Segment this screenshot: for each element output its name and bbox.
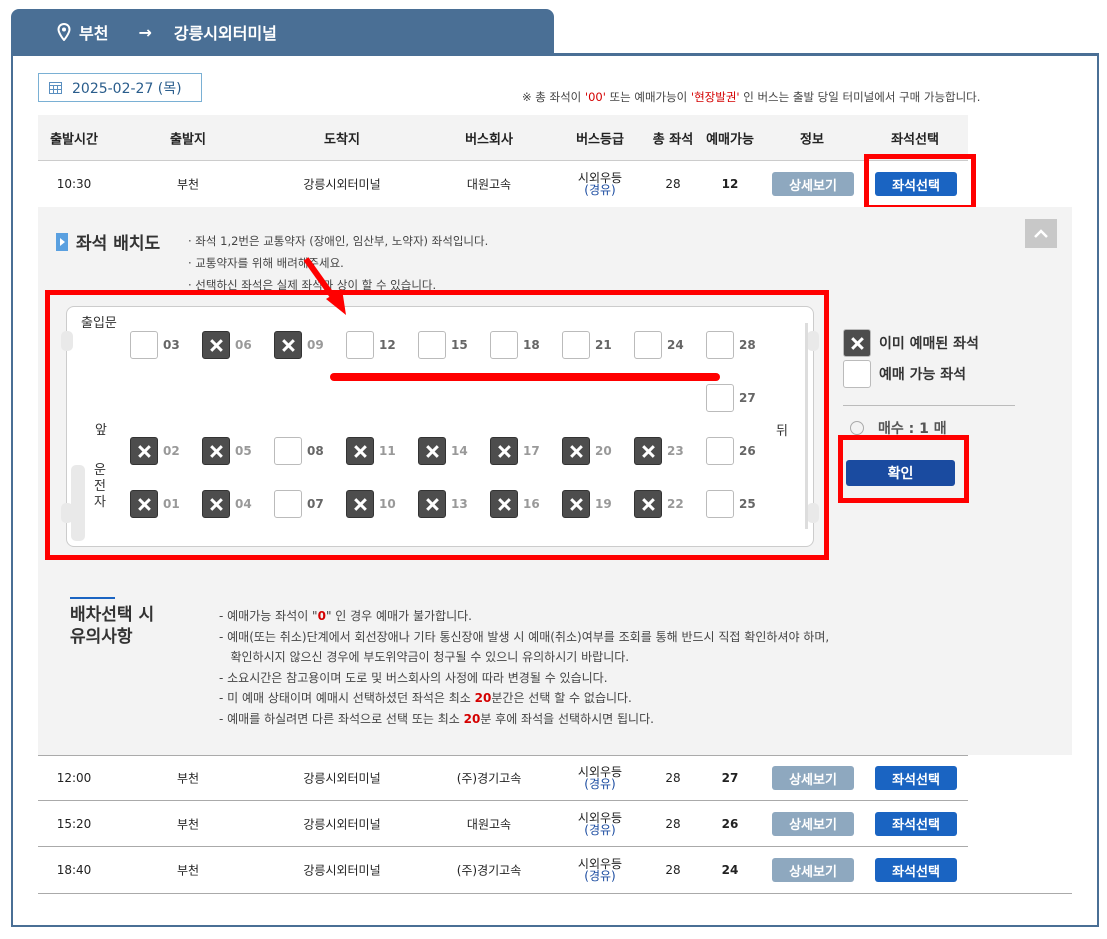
row-time: 18:40 <box>56 863 92 877</box>
row-company: 대원고속 <box>466 177 512 192</box>
caution-item: - 예매를 하실려면 다른 좌석으로 선택 또는 최소 20분 후에 좌석을 선… <box>219 711 654 726</box>
annotation-underline <box>330 373 720 381</box>
purchase-notice: ※ 총 좌석이 '00' 또는 예매가능이 '현장발권' 인 버스는 출발 당일… <box>522 90 981 104</box>
available-seat-icon <box>843 360 871 388</box>
col-info: 정보 <box>800 132 824 147</box>
legend-available: 예매 가능 좌석 <box>843 360 966 388</box>
route-from: 부천 <box>79 24 109 43</box>
highlight-box <box>838 435 969 503</box>
row-company: 대원고속 <box>466 817 512 831</box>
seat-select-button[interactable]: 좌석선택 <box>875 811 957 836</box>
row-grade: 시외우등 (경유) <box>577 171 623 197</box>
row-from: 부천 <box>176 817 200 831</box>
row-available: 27 <box>721 771 739 785</box>
check-circle-icon <box>850 421 864 435</box>
row-to: 강릉시외터미널 <box>303 863 381 878</box>
calendar-icon <box>49 82 62 94</box>
row-time: 15:20 <box>56 816 92 831</box>
row-total: 28 <box>665 177 681 191</box>
col-total: 총 좌석 <box>652 132 694 147</box>
table-row: 10:30 부천 강릉시외터미널 대원고속 시외우등 (경유) 28 12 상세보… <box>38 161 968 207</box>
date-value: 2025-02-27 (목) <box>72 80 182 97</box>
panel-title: 좌석 배치도 <box>56 229 160 254</box>
row-to: 강릉시외터미널 <box>303 817 381 831</box>
table-header: 출발시간 출발지 도착지 버스회사 버스등급 총 좌석 예매가능 정보 좌석선택 <box>38 115 968 161</box>
row-grade: 시외우등 (경유) <box>577 810 623 837</box>
row-to: 강릉시외터미널 <box>303 771 381 786</box>
detail-button[interactable]: 상세보기 <box>772 858 854 882</box>
row-grade: 시외우등 (경유) <box>577 765 623 791</box>
location-pin-icon <box>57 23 71 41</box>
detail-button[interactable]: 상세보기 <box>772 172 854 196</box>
col-to: 도착지 <box>324 132 360 147</box>
table-bottom-border <box>38 893 1072 894</box>
row-available: 12 <box>721 177 739 191</box>
row-from: 부천 <box>176 771 200 786</box>
caution-item: 확인하시지 않으신 경우에 부도위약금이 청구될 수 있으니 유의하시기 바랍니… <box>219 650 630 665</box>
table-row: 12:00 부천 강릉시외터미널 (주)경기고속 시외우등 (경유) 28 27 … <box>38 755 968 801</box>
row-available: 24 <box>721 863 739 877</box>
detail-button[interactable]: 상세보기 <box>772 766 854 790</box>
row-from: 부천 <box>176 177 200 192</box>
seat-select-button[interactable]: 좌석선택 <box>875 766 957 790</box>
row-time: 10:30 <box>56 177 92 191</box>
annotation-arrow-icon <box>303 257 346 315</box>
caution-item: - 예매(또는 취소)단계에서 회선장애나 기타 통신장애 발생 시 예매(취소… <box>219 629 830 644</box>
row-company: (주)경기고속 <box>456 863 522 878</box>
row-total: 28 <box>665 863 681 877</box>
row-company: (주)경기고속 <box>456 771 522 786</box>
col-available: 예매가능 <box>706 132 754 147</box>
caution-title: 배차선택 시 유의사항 <box>70 605 155 647</box>
caution-item: - 미 예매 상태이며 예매시 선택하셨던 좌석은 최소 20분간은 선택 할 … <box>219 691 632 706</box>
highlight-box <box>864 154 976 210</box>
route-arrow: → <box>138 22 152 42</box>
row-from: 부천 <box>176 863 200 878</box>
col-company: 버스회사 <box>465 132 513 147</box>
caution-item: - 예매가능 좌석이 "0" 인 경우 예매가 불가합니다. <box>219 609 472 623</box>
row-to: 강릉시외터미널 <box>303 177 381 192</box>
route-tab: 부천 → 강릉시외터미널 <box>11 9 554 55</box>
legend-booked: 이미 예매된 좌석 <box>843 329 979 357</box>
date-selector[interactable]: 2025-02-27 (목) <box>38 73 202 102</box>
chevron-up-icon <box>1034 228 1048 238</box>
table-row: 18:40 부천 강릉시외터미널 (주)경기고속 시외우등 (경유) 28 24 … <box>38 847 968 893</box>
row-available: 26 <box>721 816 739 831</box>
highlight-box <box>45 290 829 560</box>
legend-divider <box>843 405 1015 406</box>
col-from: 출발지 <box>170 132 206 147</box>
row-total: 28 <box>665 771 681 785</box>
detail-button[interactable]: 상세보기 <box>772 811 854 836</box>
caution-item: - 소요시간은 참고용이며 도로 및 버스회사의 사정에 따라 변경될 수 있습… <box>219 670 608 685</box>
title-bullet-icon <box>56 232 68 251</box>
row-grade: 시외우등 (경유) <box>577 857 623 883</box>
booked-seat-icon <box>843 329 871 357</box>
caution-list: - 예매가능 좌석이 "0" 인 경우 예매가 불가합니다. - 예매(또는 취소… <box>219 606 829 730</box>
row-time: 12:00 <box>56 771 92 785</box>
collapse-button[interactable] <box>1025 219 1057 248</box>
route-to: 강릉시외터미널 <box>173 24 277 43</box>
table-row: 15:20 부천 강릉시외터미널 대원고속 시외우등 (경유) 28 26 상세보… <box>38 801 968 847</box>
col-grade: 버스등급 <box>576 132 624 147</box>
caution-accent <box>70 597 115 599</box>
col-seat-select: 좌석선택 <box>891 132 939 147</box>
seat-select-button[interactable]: 좌석선택 <box>875 858 957 882</box>
col-time: 출발시간 <box>50 132 98 147</box>
row-total: 28 <box>665 816 681 831</box>
